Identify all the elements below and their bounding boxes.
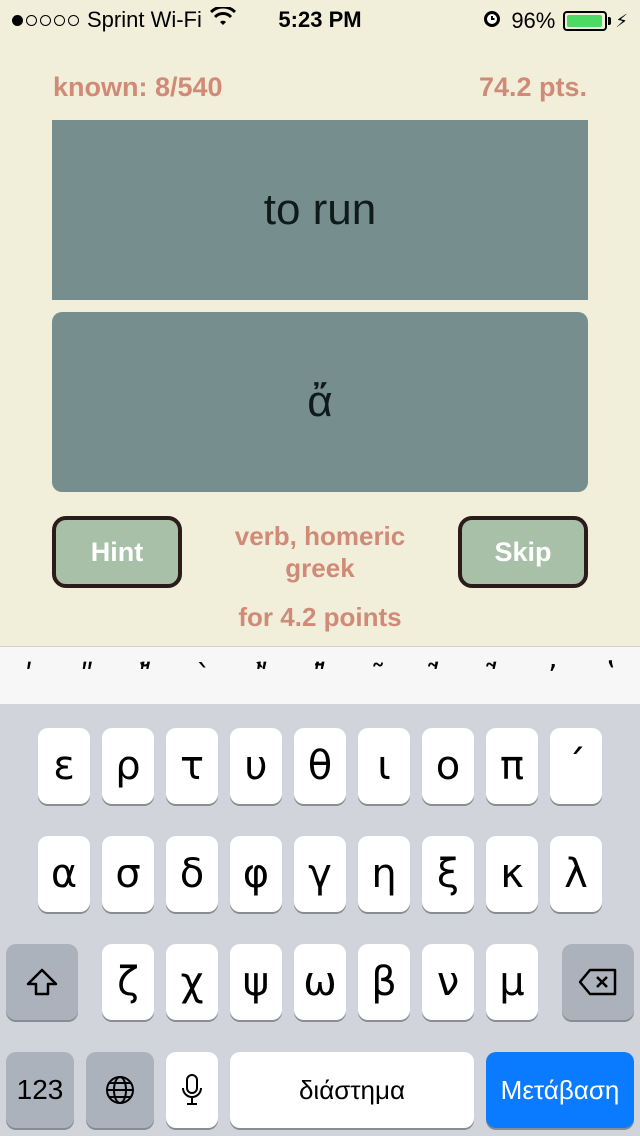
microphone-icon[interactable] <box>166 1052 218 1128</box>
accent-key[interactable]: ʺ̄ <box>300 659 340 694</box>
charging-bolt-icon: ⚡ <box>615 10 628 31</box>
letter-key[interactable]: γ <box>294 836 346 912</box>
letter-key[interactable]: ο <box>422 728 474 804</box>
prompt-text: to run <box>263 185 377 234</box>
go-key[interactable]: Μετάβαση <box>486 1052 634 1128</box>
battery-percent: 96% <box>511 8 556 33</box>
shift-key[interactable] <box>6 944 78 1020</box>
battery-icon <box>563 11 608 31</box>
known-count: known: 8/540 <box>53 72 223 102</box>
accent-key[interactable]: ʽ <box>591 659 631 694</box>
letter-key[interactable]: μ <box>486 944 538 1020</box>
alarm-icon <box>481 7 503 35</box>
letter-key[interactable]: ω <box>294 944 346 1020</box>
letter-key[interactable]: π <box>486 728 538 804</box>
space-key[interactable]: διάστημα <box>230 1052 474 1128</box>
letter-key[interactable]: λ <box>550 836 602 912</box>
skip-button[interactable]: Skip <box>458 516 588 588</box>
backspace-key[interactable] <box>562 944 634 1020</box>
status-bar-right: 96% ⚡ <box>481 7 628 35</box>
letter-key[interactable]: ε <box>38 728 90 804</box>
accent-key[interactable]: ʺ̀ <box>242 659 282 694</box>
letter-key[interactable]: ν <box>422 944 474 1020</box>
accent-key[interactable]: ʹ̃ <box>474 659 514 694</box>
part-of-speech: verb, homeric greek <box>234 521 406 583</box>
letter-key[interactable]: υ <box>230 728 282 804</box>
letter-key[interactable]: ψ <box>230 944 282 1020</box>
prompt-card: to run <box>52 120 588 300</box>
accent-key[interactable]: ʺ <box>67 659 107 694</box>
letter-key[interactable]: κ <box>486 836 538 912</box>
answer-text: ἄ <box>307 377 333 426</box>
letter-key[interactable]: φ <box>230 836 282 912</box>
reward-points: for 4.2 points <box>238 602 402 632</box>
accent-key[interactable]: ʹ͂ <box>416 659 456 694</box>
letter-key[interactable]: δ <box>166 836 218 912</box>
letter-key[interactable]: σ <box>102 836 154 912</box>
letter-key[interactable]: ζ <box>102 944 154 1020</box>
letter-key[interactable]: α <box>38 836 90 912</box>
hint-button[interactable]: Hint <box>52 516 182 588</box>
accent-key[interactable]: ʼ <box>533 659 573 694</box>
letter-key[interactable]: ξ <box>422 836 474 912</box>
letter-key[interactable]: η <box>358 836 410 912</box>
keyboard: 123 διάστημα Μετάβαση ε ρ τ υ θ ι ο π ´ α σ δ φ γ η ξ κ λ… <box>0 704 640 1136</box>
answer-field[interactable]: ἄ <box>52 312 588 492</box>
accent-bar: ʹ ʺ ʺ̆ ˋ ʺ̀ ʺ̄ ˜ ʹ͂ ʹ̃ ʼ ʽ <box>0 646 640 705</box>
accent-key[interactable]: ʹ <box>9 659 49 694</box>
letter-key[interactable]: ´ <box>550 728 602 804</box>
letter-key[interactable]: ρ <box>102 728 154 804</box>
globe-icon[interactable] <box>86 1052 154 1128</box>
letter-key[interactable]: τ <box>166 728 218 804</box>
status-bar: Sprint Wi-Fi 5:23 PM 96% ⚡ <box>0 0 640 40</box>
letter-key[interactable]: θ <box>294 728 346 804</box>
points-total: 74.2 pts. <box>478 72 587 102</box>
accent-key[interactable]: ˋ <box>184 659 224 694</box>
accent-key[interactable]: ˜ <box>358 659 398 694</box>
accent-key[interactable]: ʺ̆ <box>125 659 165 694</box>
letter-key[interactable]: β <box>358 944 410 1020</box>
numbers-key[interactable]: 123 <box>6 1052 74 1128</box>
letter-key[interactable]: χ <box>166 944 218 1020</box>
letter-key[interactable]: ι <box>358 728 410 804</box>
